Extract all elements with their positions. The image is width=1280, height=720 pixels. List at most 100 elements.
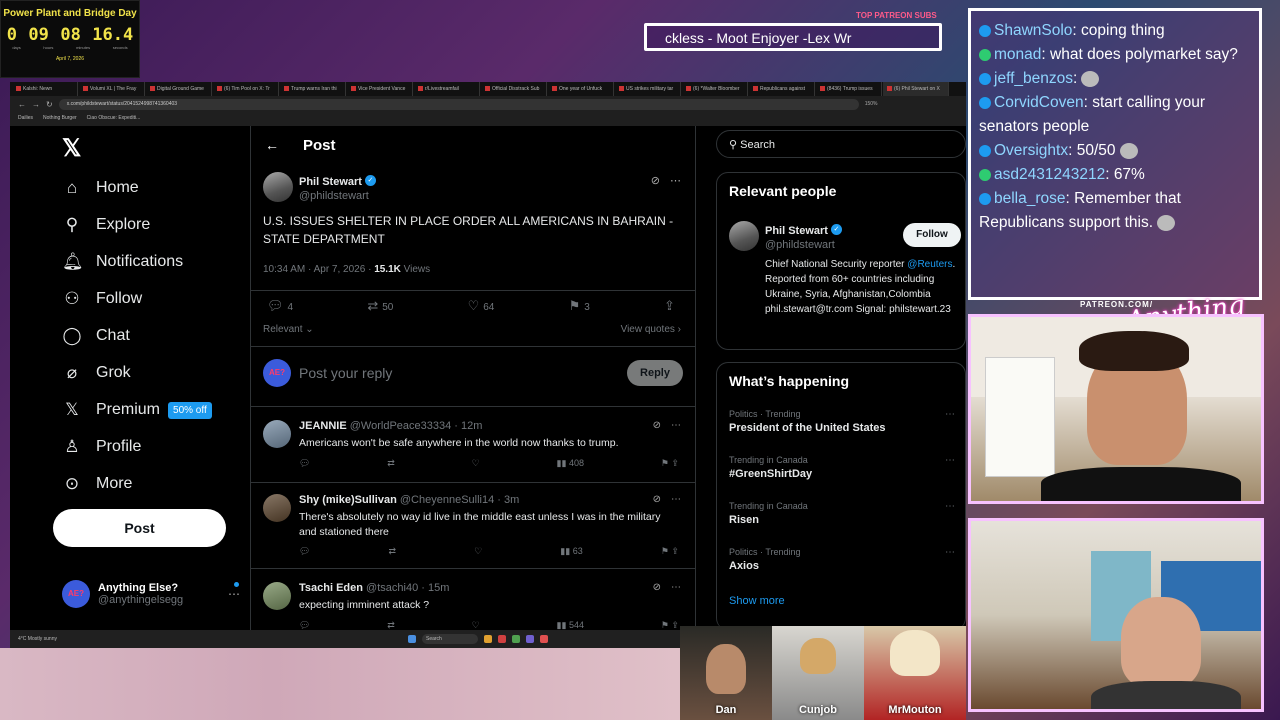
reply-button[interactable]: Reply <box>627 360 683 386</box>
browser-tab[interactable]: Volumi XL | The Fray <box>79 82 145 96</box>
reply-author[interactable]: JEANNIE <box>299 420 347 432</box>
more-dots-icon[interactable]: ⋯ <box>945 455 955 466</box>
nav-follow[interactable]: ⚇ Follow <box>62 287 142 311</box>
chat-username[interactable]: CorvidCoven <box>994 94 1084 111</box>
taskbar-search[interactable]: Search <box>422 634 478 644</box>
views-stat[interactable]: ▮▮ 63 <box>560 546 582 557</box>
discord-icon[interactable] <box>526 635 534 643</box>
weather-widget[interactable]: 4°C Mostly sunny <box>18 636 78 642</box>
person-name[interactable]: Phil Stewart <box>765 225 828 237</box>
browser-tab[interactable]: One year of Unfuck <box>548 82 614 96</box>
reply-composer[interactable]: AE? Post your reply Reply <box>263 358 683 388</box>
heart-icon[interactable]: ♡ <box>474 546 482 557</box>
reply-avatar[interactable] <box>263 420 291 448</box>
nav-chat[interactable]: ◯ Chat <box>62 324 129 348</box>
browser-tab[interactable]: Digital Ground Game <box>146 82 212 96</box>
chat-username[interactable]: monad <box>994 46 1041 63</box>
heart-icon[interactable]: ♡ <box>472 458 480 469</box>
like-action[interactable]: ♡ 64 <box>468 298 495 314</box>
author-handle[interactable]: @phildstewart <box>299 190 376 202</box>
heart-icon[interactable]: ♡ <box>472 620 480 630</box>
nav-explore[interactable]: ⚲ Explore <box>62 213 150 237</box>
share-icon[interactable]: ⇪ <box>671 620 679 630</box>
share-icon[interactable]: ⇪ <box>664 298 679 314</box>
reply-input[interactable]: Post your reply <box>299 365 392 381</box>
person-avatar[interactable] <box>729 221 759 251</box>
reply-author[interactable]: Tsachi Eden <box>299 582 363 594</box>
trend-item[interactable]: Trending in Canada Risen ⋯ <box>729 501 955 526</box>
bookmark-icon[interactable]: ⚑ <box>661 620 669 630</box>
view-quotes-link[interactable]: View quotes › <box>621 324 681 335</box>
bookmark-icon[interactable]: ⚑ <box>661 546 669 556</box>
show-more-link[interactable]: Show more <box>729 595 785 607</box>
person-handle[interactable]: @phildstewart <box>765 239 842 251</box>
back-arrow-icon[interactable]: ← <box>265 137 279 153</box>
reply-icon[interactable]: 💬︎ <box>299 620 310 630</box>
grok-icon[interactable]: ⊘ <box>653 420 661 431</box>
nav-more[interactable]: ⊙ More <box>62 472 133 496</box>
repost-icon[interactable]: ⇄ <box>387 458 395 469</box>
reply-author[interactable]: Shy (mike)Sullivan <box>299 494 397 506</box>
search-input[interactable]: ⚲ Search <box>716 130 966 158</box>
sort-dropdown[interactable]: Relevant ⌄ <box>263 324 314 335</box>
grok-icon[interactable]: ⊘ <box>653 582 661 593</box>
browser-tab[interactable]: US strikes military tar <box>615 82 681 96</box>
browser-tab[interactable]: (6) Phil Stewart on X <box>883 82 949 96</box>
nav-notifications[interactable]: 🔔︎ Notifications <box>62 250 183 274</box>
bio-link[interactable]: @Reuters <box>907 259 952 270</box>
address-bar[interactable]: x.com/phildstewart/status/20415249987413… <box>58 98 859 110</box>
app-icon[interactable] <box>498 635 506 643</box>
more-dots-icon[interactable]: ⋯ <box>671 420 681 431</box>
browser-tab[interactable]: Republicans against <box>749 82 815 96</box>
browser-tab[interactable]: Official Disstrack Sub <box>481 82 547 96</box>
reload-icon[interactable]: ↻ <box>46 100 53 109</box>
chat-username[interactable]: bella_rose <box>994 190 1066 207</box>
more-dots-icon[interactable]: ⋯ <box>945 501 955 512</box>
grok-icon[interactable]: ⊘ <box>653 494 661 505</box>
chrome-icon[interactable] <box>540 635 548 643</box>
account-switcher[interactable]: AE? Anything Else? @anythingelsegg ⋯ <box>62 580 240 608</box>
chat-username[interactable]: asd2431243212 <box>994 166 1105 183</box>
author-avatar[interactable] <box>263 172 293 202</box>
reply-action[interactable]: 💬︎ 4 <box>267 298 293 314</box>
nav-profile[interactable]: ♙ Profile <box>62 435 141 459</box>
grok-icon[interactable]: ⊘ <box>651 174 660 187</box>
repost-icon[interactable]: ⇄ <box>387 620 395 630</box>
browser-tab[interactable]: Trump warns Iran thi <box>280 82 346 96</box>
reply-item[interactable]: Shy (mike)Sullivan @CheyenneSulli14 · 3m… <box>251 484 695 558</box>
views-stat[interactable]: ▮▮ 544 <box>557 620 584 630</box>
more-dots-icon[interactable]: ⋯ <box>945 547 955 558</box>
back-icon[interactable]: ← <box>18 100 26 109</box>
x-logo-icon[interactable]: 𝕏 <box>62 134 81 163</box>
repost-action[interactable]: ⇄ 50 <box>367 298 393 314</box>
browser-tab[interactable]: Kalshi: Newn <box>12 82 78 96</box>
browser-tab[interactable]: (6) Tim Pool on X: Tr <box>213 82 279 96</box>
browser-tab[interactable]: (8436) Trump issues <box>816 82 882 96</box>
browser-tab[interactable]: (6) *Walter Bloomber <box>682 82 748 96</box>
more-dots-icon[interactable]: ⋯ <box>671 582 681 593</box>
nav-premium[interactable]: 𝕏 Premium 50% off <box>62 398 212 422</box>
repost-icon[interactable]: ⇄ <box>389 546 397 557</box>
bookmark-item[interactable]: Dailies <box>18 115 33 123</box>
chat-username[interactable]: Oversightx <box>994 142 1068 159</box>
browser-tab[interactable]: r/Livestreamfail <box>414 82 480 96</box>
chat-username[interactable]: jeff_benzos <box>994 70 1073 87</box>
folder-icon[interactable] <box>484 635 492 643</box>
reply-icon[interactable]: 💬︎ <box>299 458 310 469</box>
post-button[interactable]: Post <box>53 509 226 547</box>
trend-item[interactable]: Politics · Trending President of the Unit… <box>729 409 955 434</box>
browser-tab[interactable]: Vice President Vance <box>347 82 413 96</box>
share-icon[interactable]: ⇪ <box>671 458 679 468</box>
share-icon[interactable]: ⇪ <box>671 546 679 556</box>
bookmark-item[interactable]: Nothing Burger <box>43 115 77 123</box>
reply-item[interactable]: JEANNIE @WorldPeace33334 · 12m Americans… <box>251 410 695 484</box>
reply-icon[interactable]: 💬︎ <box>299 546 310 557</box>
more-dots-icon[interactable]: ⋯ <box>945 409 955 420</box>
trend-item[interactable]: Trending in Canada #GreenShirtDay ⋯ <box>729 455 955 480</box>
start-icon[interactable] <box>408 635 416 643</box>
more-dots-icon[interactable]: ⋯ <box>670 174 681 187</box>
author-name[interactable]: Phil Stewart <box>299 176 362 188</box>
forward-icon[interactable]: → <box>32 100 40 109</box>
follow-button[interactable]: Follow <box>903 223 961 247</box>
views-stat[interactable]: ▮▮ 408 <box>557 458 584 469</box>
